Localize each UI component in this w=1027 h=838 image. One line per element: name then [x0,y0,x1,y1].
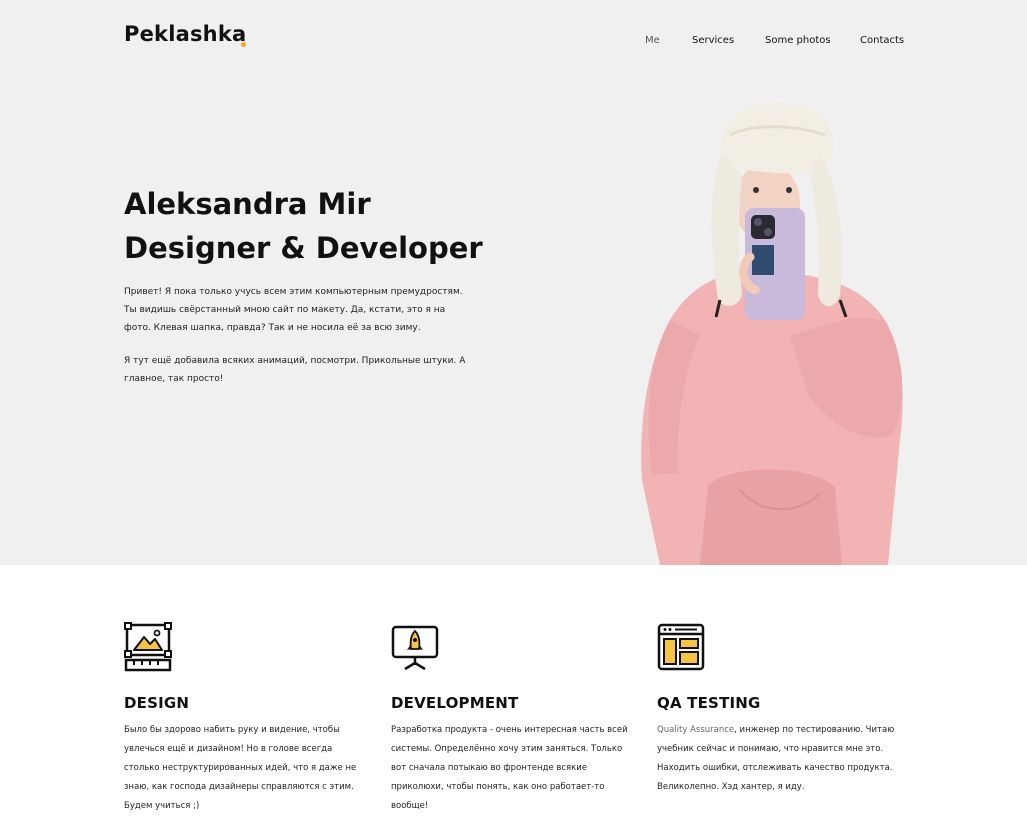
hero-title-name: Aleksandra Mir [124,187,371,221]
main-nav: Me Services Some photos Contacts [0,35,1027,49]
nav-item-contacts[interactable]: Contacts [860,35,904,46]
service-card-design: DESIGN Было бы здорово набить руку и вид… [124,622,374,811]
service-title-qa-testing: QA TESTING [657,694,761,712]
nav-item-services[interactable]: Services [692,35,734,46]
nav-item-some-photos[interactable]: Some photos [765,35,831,46]
service-text-qa-testing: Quality Assurance, инженер по тестирован… [657,721,902,797]
hero-portrait-photo [641,102,903,565]
service-title-design: DESIGN [124,694,190,712]
hero-section: Peklashka Me Services Some photos Contac… [0,0,1027,565]
service-card-development: DEVELOPMENT Разработка продукта - очень … [391,622,641,811]
design-icon [124,622,172,672]
service-card-qa-testing: QA TESTING Quality Assurance, инженер по… [657,622,907,792]
development-icon [391,625,439,671]
service-text-design: Было бы здорово набить руку и видение, ч… [124,721,369,816]
hero-title-role: Designer & Developer [124,231,483,265]
service-text-design-main: Было бы здорово набить руку и видение, ч… [124,725,357,792]
service-text-qa-main: , инженер по тестированию. Читаю учебник… [657,725,895,792]
service-text-development: Разработка продукта - очень интересная ч… [391,725,628,811]
hero-paragraph-1: Привет! Я пока только учусь всем этим ко… [124,287,463,333]
qa-testing-icon [657,623,705,671]
hero-title: Aleksandra Mir Designer & Developer [124,182,504,270]
service-text-design-extra: Будем учиться ;) [124,801,200,811]
service-text-qa-highlight: Quality Assurance [657,725,735,735]
nav-item-me[interactable]: Me [645,35,660,46]
hero-paragraph-2: Я тут ещё добавила всяких анимаций, посм… [124,356,466,384]
service-title-development: DEVELOPMENT [391,694,519,712]
